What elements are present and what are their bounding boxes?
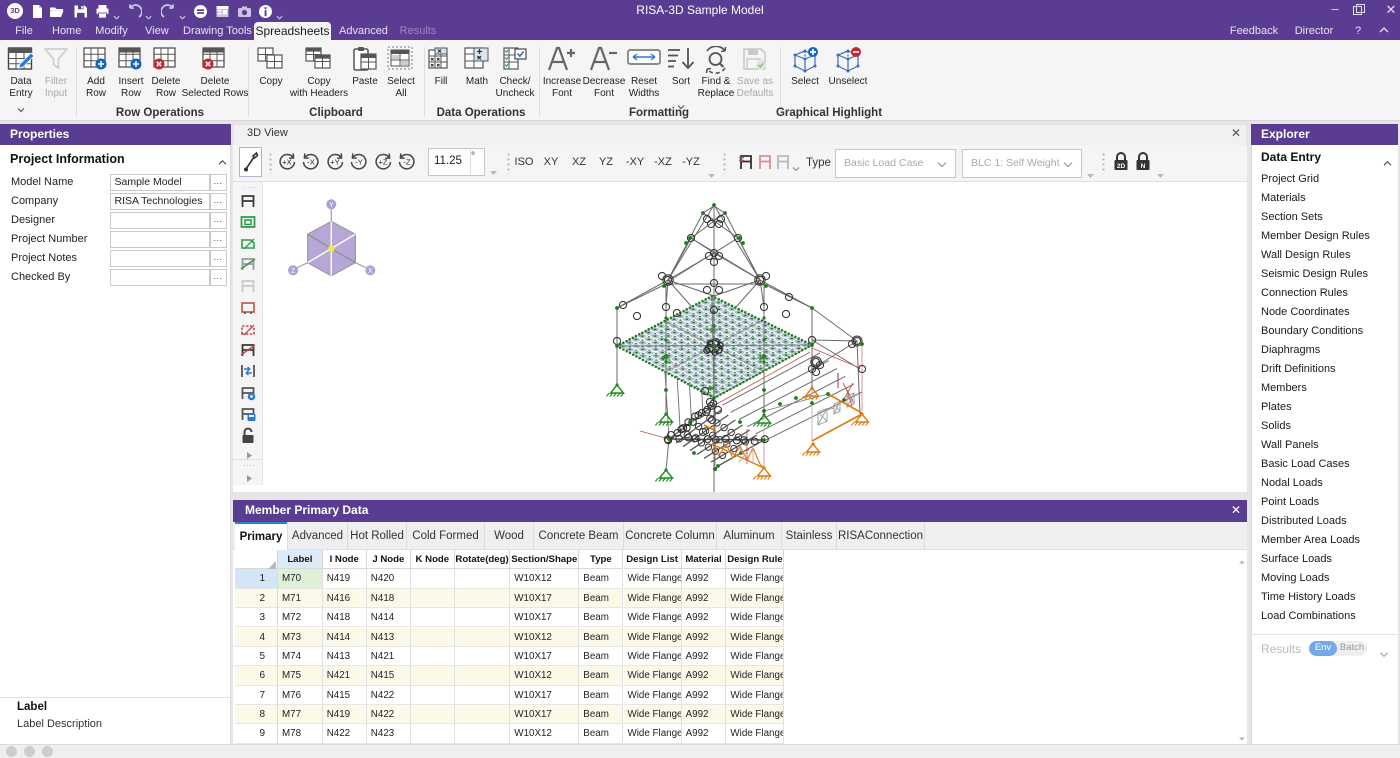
svg-text:Y: Y (329, 202, 334, 209)
svg-text:X: X (368, 268, 373, 275)
svg-text:Z: Z (291, 268, 296, 275)
svg-text:+X: +X (282, 157, 291, 166)
svg-text:+Z: +Z (379, 157, 388, 166)
svg-text:-Z: -Z (403, 157, 410, 166)
svg-text:+Y: +Y (330, 157, 339, 166)
svg-text:-Y: -Y (355, 157, 363, 166)
svg-text:-X: -X (307, 157, 315, 166)
svg-text:N: N (1141, 163, 1146, 170)
svg-text:2D: 2D (1117, 163, 1126, 170)
